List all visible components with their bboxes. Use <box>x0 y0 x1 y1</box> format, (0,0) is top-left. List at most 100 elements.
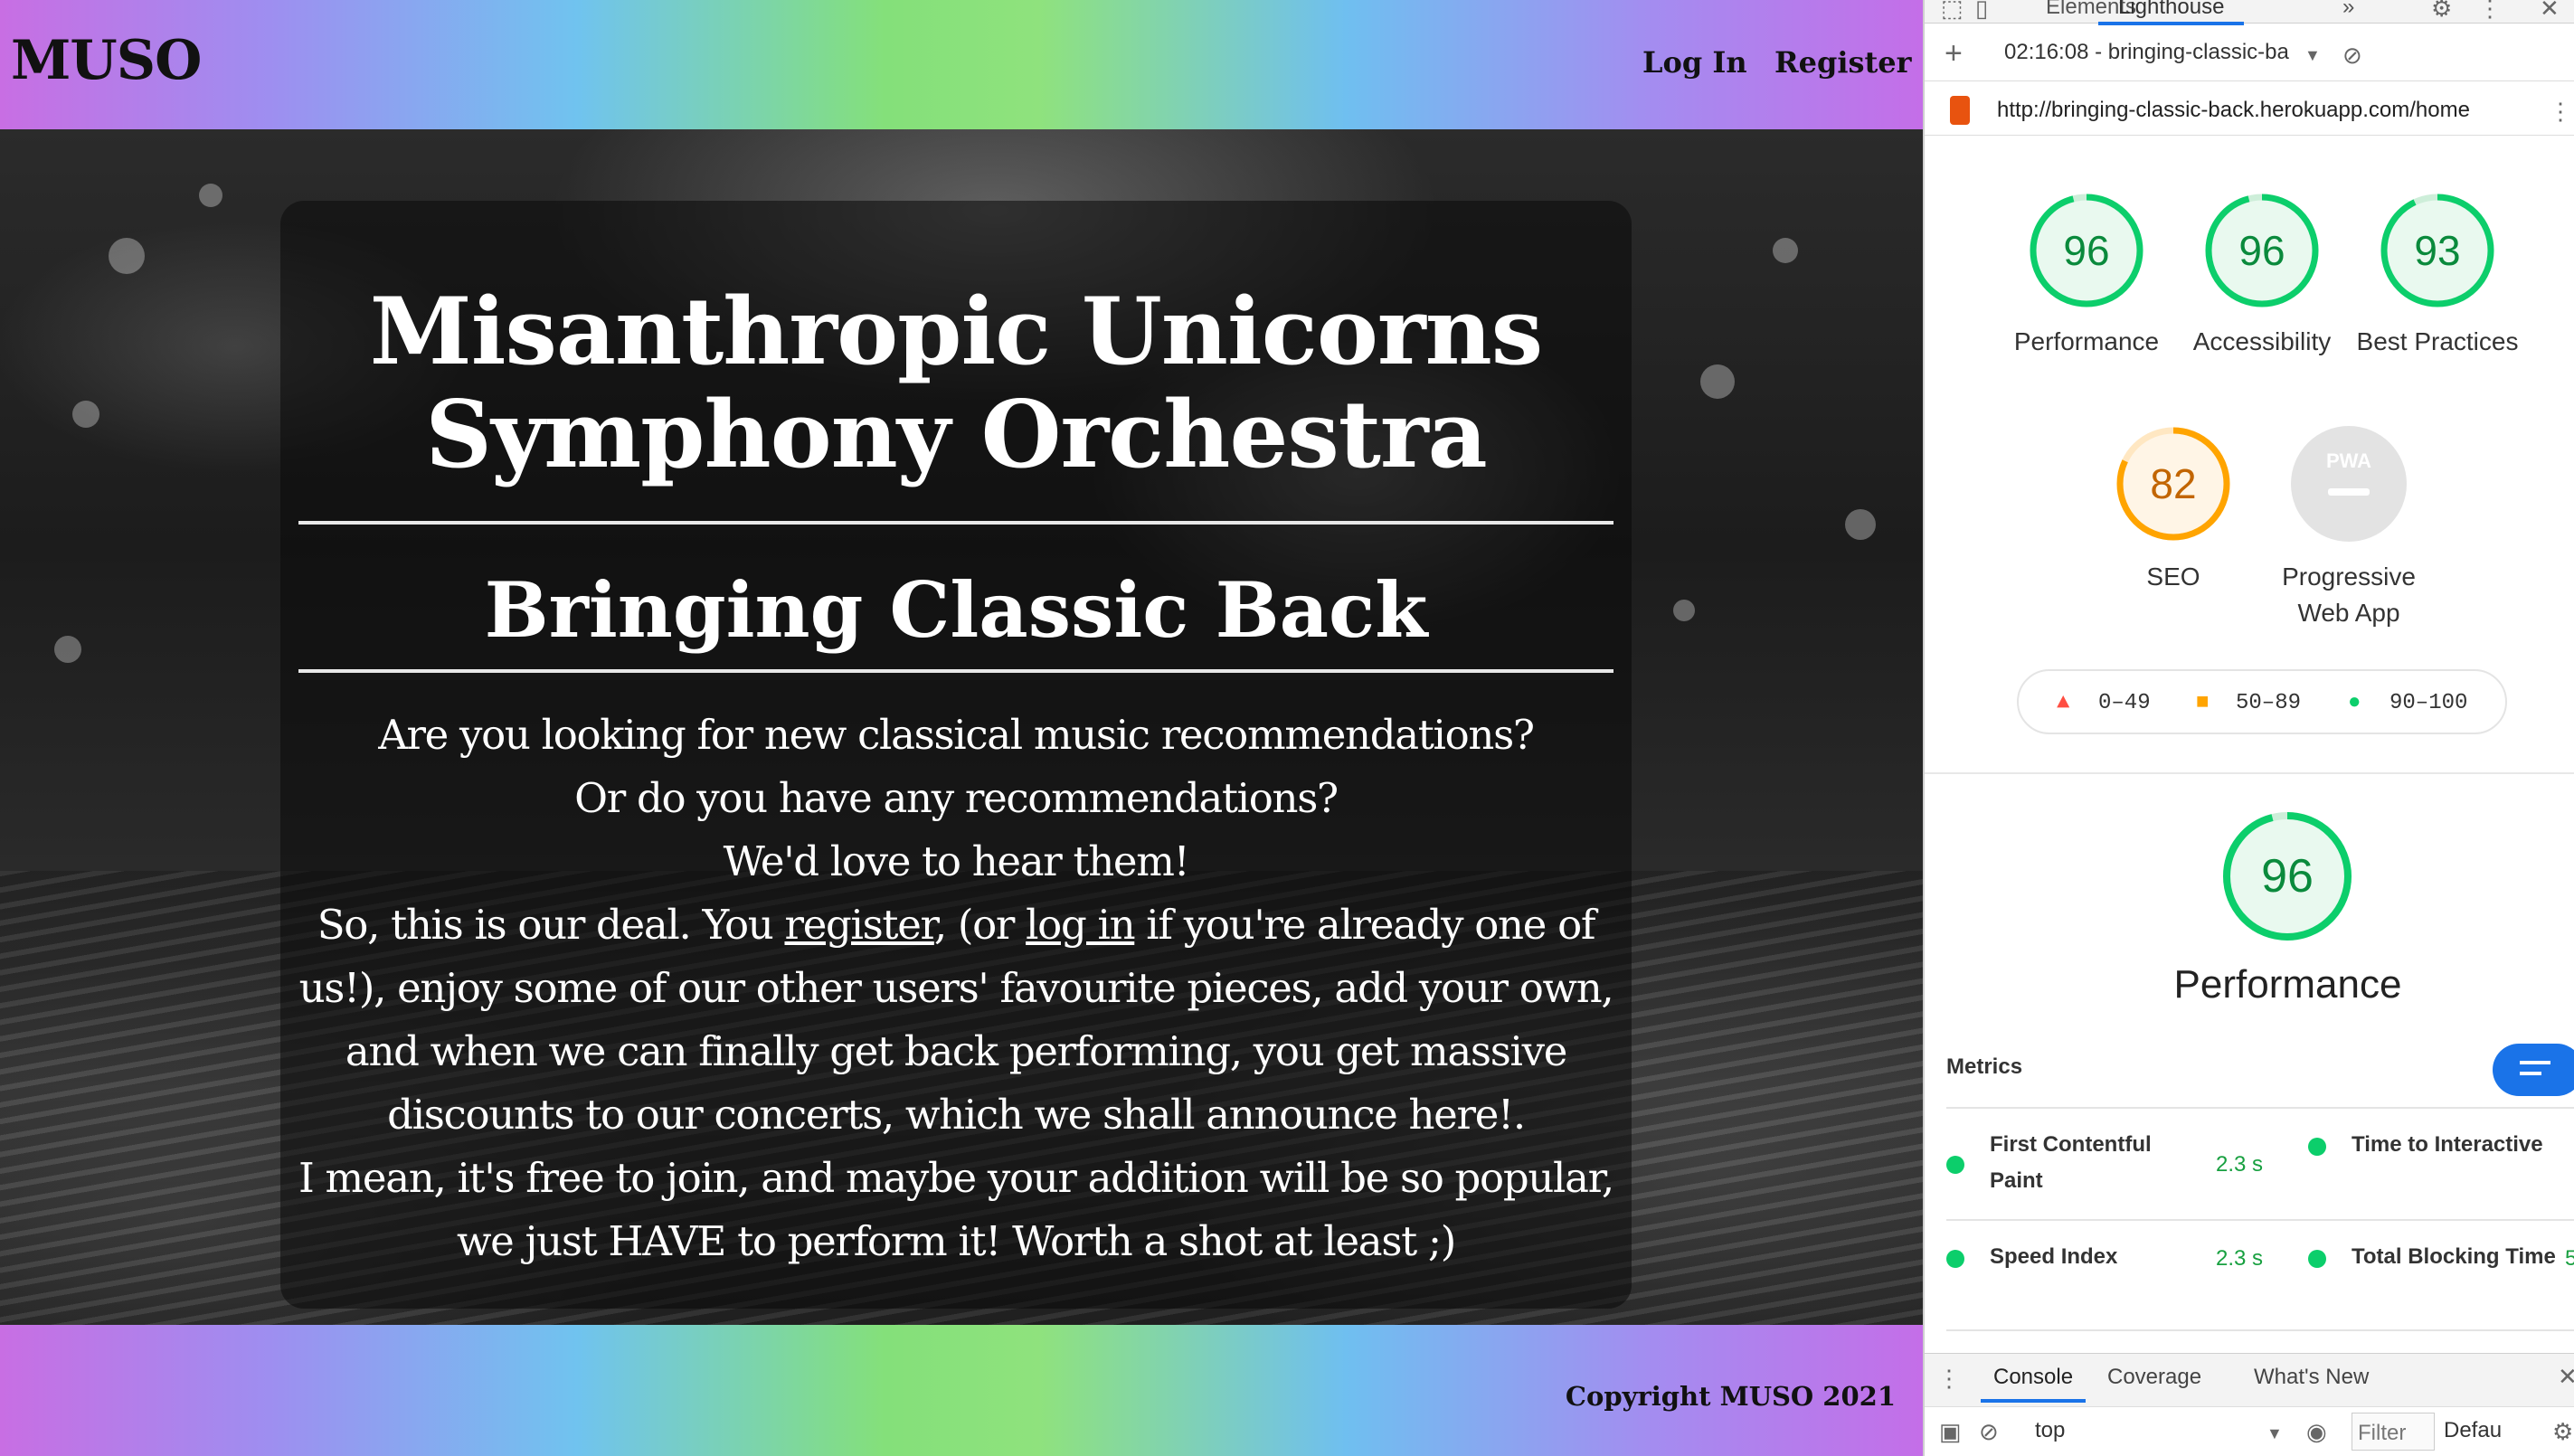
report-url-bar: http://bringing-classic-back.herokuapp.c… <box>1925 87 2574 136</box>
section-divider <box>1925 772 2574 774</box>
log-levels-select[interactable]: Defau <box>2444 1418 2502 1443</box>
bokeh-light <box>1700 364 1735 399</box>
metrics-view-toggle[interactable] <box>2493 1044 2574 1096</box>
gauge-score: 93 <box>2414 227 2461 274</box>
bokeh-light <box>1673 600 1695 621</box>
legend-average-range: 50–89 <box>2236 691 2302 715</box>
hero-title-line: Misanthropic Unicorns <box>369 278 1543 386</box>
bokeh-light <box>199 184 222 207</box>
pass-circle-icon: ● <box>2348 691 2361 715</box>
toggle-line-icon <box>2520 1072 2541 1075</box>
register-inline-link[interactable]: register <box>784 901 935 949</box>
add-report-icon[interactable]: + <box>1945 38 1963 69</box>
nav-login-link[interactable]: Log In <box>1642 45 1747 80</box>
devtools-drawer: ⋮ Console Coverage What's New ✕ ▣ ⊘ top … <box>1925 1353 2574 1456</box>
pass-dot-icon <box>1946 1156 1964 1174</box>
pass-dot-icon <box>2308 1250 2326 1268</box>
metric-divider <box>2308 1107 2574 1109</box>
pass-dot-icon <box>2308 1138 2326 1156</box>
metric-name: Total Blocking Time <box>2352 1244 2556 1269</box>
legend-pass-range: 90–100 <box>2389 691 2468 715</box>
live-expression-eye-icon[interactable]: ◉ <box>2306 1420 2327 1443</box>
metric-value: 2.3 s <box>2216 1152 2264 1177</box>
bokeh-light <box>1845 509 1876 540</box>
gauge-label: SEO <box>2146 563 2200 591</box>
divider <box>298 521 1613 525</box>
bokeh-light <box>1773 238 1798 263</box>
closing-paragraph: I mean, it's free to join, and maybe you… <box>298 1154 1614 1265</box>
gauge-label: Best Practices <box>2356 327 2519 355</box>
bokeh-light <box>54 636 81 663</box>
drawer-close-icon[interactable]: ✕ <box>2558 1365 2574 1388</box>
devtools-panel: ⬚ ▯ Elements Lighthouse » ⚙ ⋮ ✕ + 02:16:… <box>1923 0 2574 1456</box>
login-inline-link[interactable]: log in <box>1026 901 1135 949</box>
bokeh-light <box>109 238 145 274</box>
sidebar-toggle-icon[interactable]: ▣ <box>1939 1420 1962 1443</box>
average-square-icon: ■ <box>2196 691 2210 715</box>
deal-text: , (or <box>933 901 1027 949</box>
console-toolbar: ▣ ⊘ top ▼ ◉ Filter Defau ⚙ <box>1925 1406 2574 1456</box>
device-toolbar-icon[interactable]: ▯ <box>1975 0 1988 20</box>
more-tabs-button[interactable]: » <box>2342 0 2354 20</box>
gauge-label: Performance <box>2013 327 2160 355</box>
console-settings-gear-icon[interactable]: ⚙ <box>2552 1420 2573 1443</box>
gauge-score: 96 <box>2063 227 2110 274</box>
website-viewport: MUSO Log In Register Misanthropic Unicor… <box>0 0 1923 1456</box>
drawer-menu-icon[interactable]: ⋮ <box>1937 1366 1961 1390</box>
lighthouse-toolbar: + 02:16:08 - bringing-classic-ba ▼ ⊘ <box>1925 33 2574 81</box>
legend-fail-range: 0–49 <box>2098 691 2151 715</box>
report-url[interactable]: http://bringing-classic-back.herokuapp.c… <box>1997 98 2470 123</box>
drawer-tab-coverage[interactable]: Coverage <box>2107 1365 2201 1390</box>
metric-value: 5 <box>2565 1246 2574 1272</box>
close-icon[interactable]: ✕ <box>2540 0 2560 20</box>
clear-reports-icon[interactable]: ⊘ <box>2342 43 2362 67</box>
hero-title-line: Symphony Orchestra <box>425 381 1487 489</box>
report-menu-icon[interactable]: ⋮ <box>2549 99 2572 123</box>
tab-lighthouse[interactable]: Lighthouse <box>2098 0 2245 25</box>
gauge-performance[interactable]: 96 <box>2028 192 2145 309</box>
gauge-label: Progressive Web App <box>2282 563 2416 627</box>
pass-dot-icon <box>1946 1250 1964 1268</box>
settings-gear-icon[interactable]: ⚙ <box>2431 0 2452 20</box>
main-performance-gauge: 96 <box>2221 810 2353 942</box>
gauge-best-practices[interactable]: 93 <box>2379 192 2496 309</box>
metric-name: Speed Index <box>1990 1244 2118 1269</box>
dropdown-arrow-icon[interactable]: ▼ <box>2304 43 2321 67</box>
gauge-score: 82 <box>2150 460 2197 507</box>
fail-triangle-icon: ▲ <box>2057 691 2070 715</box>
context-select[interactable]: top <box>2035 1418 2065 1443</box>
gauge-score: 96 <box>2261 850 2314 903</box>
toggle-line-icon <box>2520 1061 2550 1064</box>
inspect-element-icon[interactable]: ⬚ <box>1941 0 1964 20</box>
divider <box>298 669 1613 673</box>
hero-subtitle: Bringing Classic Back <box>484 565 1428 655</box>
clear-console-icon[interactable]: ⊘ <box>1979 1420 1999 1443</box>
lighthouse-logo-icon <box>1950 96 1970 125</box>
metric-divider <box>2308 1329 2574 1331</box>
bokeh-light <box>72 401 99 428</box>
intro-line: We'd love to hear them! <box>723 837 1190 885</box>
deal-paragraph: So, this is our deal. You register, (or … <box>288 893 1624 1147</box>
metric-name: Time to Interactive <box>2352 1132 2543 1157</box>
drawer-tab-whats-new[interactable]: What's New <box>2254 1365 2369 1390</box>
dropdown-arrow-icon[interactable]: ▼ <box>2266 1422 2283 1445</box>
gauge-accessibility[interactable]: 96 <box>2203 192 2321 309</box>
intro-text: Are you looking for new classical music … <box>288 704 1624 1273</box>
score-legend: ▲ 0–49 ■ 50–89 ● 90–100 <box>2017 669 2507 734</box>
brand-logo[interactable]: MUSO <box>11 29 202 92</box>
report-select[interactable]: 02:16:08 - bringing-classic-ba <box>2004 40 2312 65</box>
kebab-menu-icon[interactable]: ⋮ <box>2478 0 2502 20</box>
nav-register-link[interactable]: Register <box>1774 45 1912 80</box>
devtools-tab-bar: ⬚ ▯ Elements Lighthouse » ⚙ ⋮ ✕ <box>1925 0 2574 25</box>
gauge-seo[interactable]: 82 <box>2115 425 2232 543</box>
filter-input[interactable]: Filter <box>2352 1413 2435 1451</box>
metrics-heading: Metrics <box>1946 1054 2023 1079</box>
drawer-tab-console[interactable]: Console <box>1981 1365 2087 1403</box>
intro-line: Or do you have any recommendations? <box>574 774 1339 822</box>
hero-title: Misanthropic Unicorns Symphony Orchestra <box>280 280 1632 487</box>
gauge-label: Accessibility <box>2192 327 2332 355</box>
main-score-title: Performance <box>2173 962 2402 1007</box>
gauge-pwa[interactable]: PWA <box>2290 425 2408 543</box>
deal-text: So, this is our deal. You <box>317 901 785 949</box>
site-footer: Copyright MUSO 2021 <box>0 1325 1923 1456</box>
